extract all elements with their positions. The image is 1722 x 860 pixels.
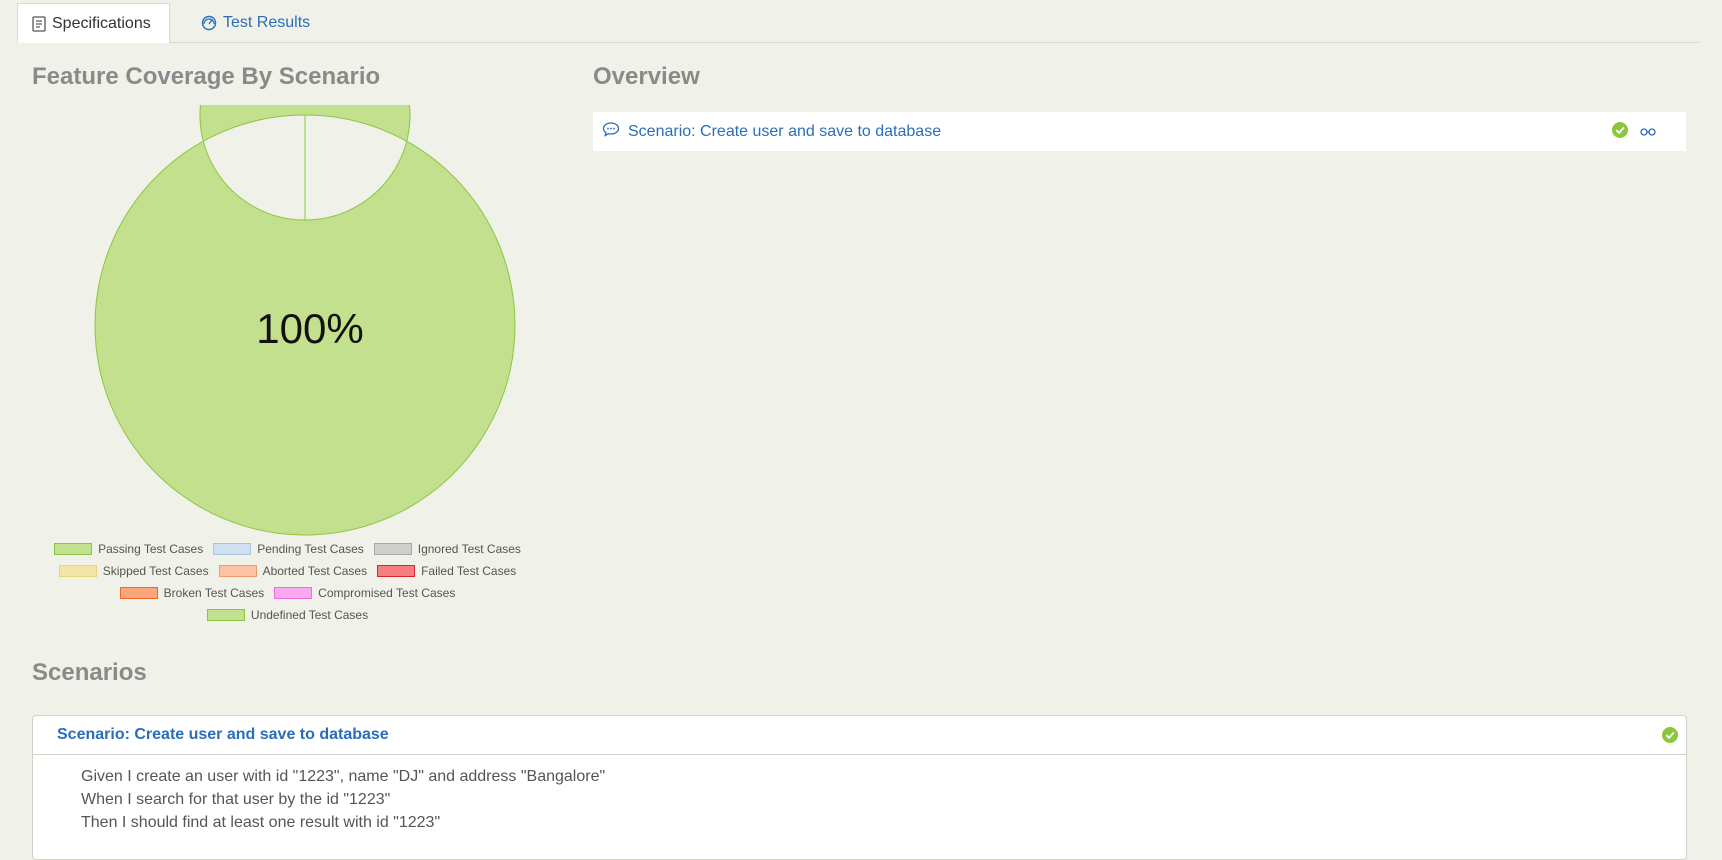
scenarios-title: Scenarios [32,659,147,686]
tab-label: Specifications [52,14,151,32]
glasses-icon[interactable] [1640,124,1656,142]
legend-label: Ignored Test Cases [417,542,521,556]
tab-label: Test Results [223,14,311,31]
scenario-steps: Given I create an user with id "1223", n… [33,755,1686,834]
legend-row: Broken Test Cases Compromised Test Cases [30,582,545,604]
legend-swatch [377,565,416,577]
legend-swatch [206,609,245,621]
legend-item[interactable]: Undefined Test Cases [206,608,369,622]
legend-item[interactable]: Failed Test Cases [377,564,516,578]
document-icon [32,15,46,32]
overview-title: Overview [593,63,700,90]
overview-scenario-row[interactable]: Scenario: Create user and save to databa… [593,112,1686,151]
coverage-title: Feature Coverage By Scenario [32,63,381,90]
legend-label: Broken Test Cases [163,586,265,600]
legend-swatch [373,543,412,555]
legend-row: Undefined Test Cases [30,604,545,626]
legend-swatch [274,587,313,599]
coverage-percent: 100% [256,305,364,352]
comment-icon [602,121,620,142]
scenario-step: Then I should find at least one result w… [81,814,441,831]
legend-swatch [213,543,252,555]
legend-item[interactable]: Aborted Test Cases [218,564,368,578]
legend-label: Pending Test Cases [257,542,364,556]
legend-label: Aborted Test Cases [262,564,368,578]
overview-scenario-link[interactable]: Scenario: Create user and save to databa… [628,123,941,141]
legend-label: Failed Test Cases [421,564,517,578]
legend-label: Skipped Test Cases [102,564,209,578]
passed-check-icon [1662,727,1678,748]
legend-swatch [119,587,158,599]
scenario-header[interactable]: Scenario: Create user and save to databa… [33,716,1686,755]
legend-item[interactable]: Passing Test Cases [54,542,203,556]
tab-specifications[interactable]: Specifications [17,3,170,43]
legend-swatch [58,565,97,577]
legend-item[interactable]: Pending Test Cases [213,542,364,556]
passed-check-icon [1612,122,1628,143]
legend-label: Compromised Test Cases [318,586,456,600]
legend-swatch [218,565,257,577]
legend-item[interactable]: Skipped Test Cases [58,564,209,578]
legend-item[interactable]: Broken Test Cases [119,586,265,600]
legend-item[interactable]: Compromised Test Cases [274,586,455,600]
legend-row: Skipped Test Cases Aborted Test Cases Fail… [30,560,545,582]
legend-row: Passing Test Cases Pending Test Cases Igno… [30,538,545,560]
scenario-step: When I search for that user by the id "1… [81,791,391,808]
legend-swatch [54,543,93,555]
scenario-panel: Scenario: Create user and save to databa… [32,715,1687,860]
tab-bar: Specifications Test Results [17,0,1699,43]
dashboard-icon [201,15,217,31]
chart-legend: Passing Test Cases Pending Test Cases Igno… [30,538,545,626]
scenario-title[interactable]: Scenario: Create user and save to databa… [57,726,389,744]
legend-label: Passing Test Cases [98,542,204,556]
tab-test-results[interactable]: Test Results [187,3,324,43]
legend-label: Undefined Test Cases [250,608,369,622]
scenario-step: Given I create an user with id "1223", n… [81,768,606,785]
legend-item[interactable]: Ignored Test Cases [373,542,521,556]
